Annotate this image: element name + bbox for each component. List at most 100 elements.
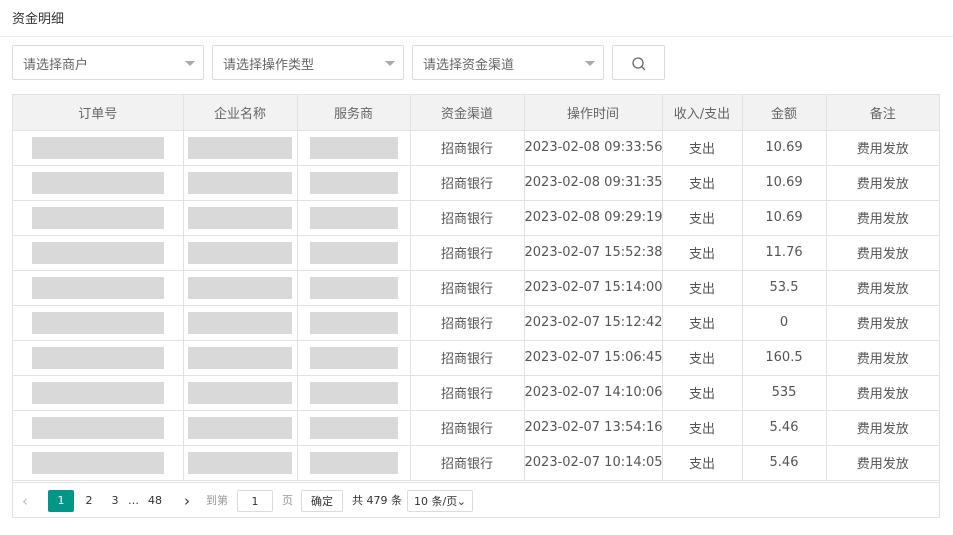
table-row: 招商银行 2023-02-07 14:10:06 支出 535 费用发放 [13, 375, 939, 411]
table-row: 招商银行 2023-02-08 09:29:19 支出 10.69 费用发放 [13, 200, 939, 236]
remark-cell: 费用发放 [826, 270, 939, 306]
amount-cell: 10.69 [742, 130, 827, 166]
channel-cell: 招商银行 [410, 340, 525, 376]
page-number-last[interactable]: 48 [142, 490, 168, 512]
remark-cell: 费用发放 [826, 235, 939, 271]
order-no-cell [13, 165, 184, 201]
remark-cell: 费用发放 [826, 375, 939, 411]
table-row: 招商银行 2023-02-07 15:52:38 支出 11.76 费用发放 [13, 235, 939, 271]
direction-cell: 支出 [662, 340, 743, 376]
redacted-block [31, 416, 164, 439]
direction-cell: 支出 [662, 235, 743, 271]
time-cell: 2023-02-07 15:14:00 [524, 270, 663, 306]
page-number[interactable]: 3 [102, 490, 128, 512]
time-cell: 2023-02-07 14:10:06 [524, 375, 663, 411]
direction-cell: 支出 [662, 200, 743, 236]
redacted-block [188, 206, 292, 229]
table-row: 招商银行 2023-02-08 09:31:35 支出 10.69 费用发放 [13, 165, 939, 201]
redacted-block [309, 241, 398, 264]
page-title: 资金明细 [12, 12, 65, 27]
channel-cell: 招商银行 [410, 445, 525, 481]
provider-cell [297, 410, 411, 446]
time-cell: 2023-02-08 09:31:35 [524, 165, 663, 201]
title-divider [0, 36, 953, 37]
operation-type-select-placeholder: 请选择操作类型 [223, 58, 315, 73]
page-unit-label: 页 [282, 494, 293, 507]
page-number[interactable]: 1 [48, 490, 74, 512]
column-header-direction: 收入/支出 [662, 95, 743, 131]
provider-cell [297, 445, 411, 481]
redacted-block [31, 241, 164, 264]
channel-cell: 招商银行 [410, 165, 525, 201]
order-no-cell [13, 270, 184, 306]
order-no-cell [13, 305, 184, 341]
redacted-block [309, 451, 398, 474]
amount-cell: 10.69 [742, 200, 827, 236]
provider-cell [297, 200, 411, 236]
column-header-channel: 资金渠道 [410, 95, 525, 131]
remark-cell: 费用发放 [826, 165, 939, 201]
goto-page-input[interactable]: 1 [237, 490, 273, 512]
time-cell: 2023-02-07 15:52:38 [524, 235, 663, 271]
table-row: 招商银行 2023-02-07 10:14:05 支出 5.46 费用发放 [13, 445, 939, 481]
remark-cell: 费用发放 [826, 445, 939, 481]
direction-cell: 支出 [662, 410, 743, 446]
provider-cell [297, 270, 411, 306]
table-row: 招商银行 2023-02-07 15:14:00 支出 53.5 费用发放 [13, 270, 939, 306]
amount-cell: 5.46 [742, 410, 827, 446]
order-no-cell [13, 445, 184, 481]
provider-cell [297, 235, 411, 271]
order-no-cell [13, 130, 184, 166]
column-header-remark: 备注 [826, 95, 939, 131]
direction-cell: 支出 [662, 375, 743, 411]
chevron-right-icon[interactable]: › [184, 490, 190, 512]
company-cell [183, 375, 298, 411]
amount-cell: 10.69 [742, 165, 827, 201]
company-cell [183, 235, 298, 271]
channel-cell: 招商银行 [410, 200, 525, 236]
remark-cell: 费用发放 [826, 305, 939, 341]
time-cell: 2023-02-07 15:12:42 [524, 305, 663, 341]
fund-channel-select[interactable]: 请选择资金渠道 [412, 45, 604, 80]
remark-cell: 费用发放 [826, 410, 939, 446]
order-no-cell [13, 200, 184, 236]
caret-down-icon [185, 61, 195, 66]
time-cell: 2023-02-07 10:14:05 [524, 445, 663, 481]
table-row: 招商银行 2023-02-07 15:06:45 支出 160.5 费用发放 [13, 340, 939, 376]
pagination-ellipsis: … [128, 494, 139, 507]
company-cell [183, 165, 298, 201]
redacted-block [188, 381, 292, 404]
operation-type-select[interactable]: 请选择操作类型 [212, 45, 404, 80]
company-cell [183, 410, 298, 446]
redacted-block [309, 136, 398, 159]
search-button[interactable] [612, 45, 665, 80]
column-header-provider: 服务商 [297, 95, 411, 131]
table-header-row: 订单号 企业名称 服务商 资金渠道 操作时间 收入/支出 金额 备注 [13, 95, 939, 131]
redacted-block [309, 416, 398, 439]
column-header-company: 企业名称 [183, 95, 298, 131]
merchant-select[interactable]: 请选择商户 [12, 45, 204, 80]
table-row: 招商银行 2023-02-07 13:54:16 支出 5.46 费用发放 [13, 410, 939, 446]
redacted-block [31, 206, 164, 229]
total-count: 共 479 条 [352, 494, 402, 507]
chevron-left-icon[interactable]: ‹ [22, 490, 28, 512]
redacted-block [31, 311, 164, 334]
company-cell [183, 445, 298, 481]
redacted-block [188, 171, 292, 194]
channel-cell: 招商银行 [410, 270, 525, 306]
fund-detail-table: 订单号 企业名称 服务商 资金渠道 操作时间 收入/支出 金额 备注 招商银行 2… [12, 94, 940, 518]
direction-cell: 支出 [662, 165, 743, 201]
company-cell [183, 270, 298, 306]
column-header-time: 操作时间 [524, 95, 663, 131]
direction-cell: 支出 [662, 130, 743, 166]
fund-channel-select-placeholder: 请选择资金渠道 [423, 58, 515, 73]
column-header-amount: 金额 [742, 95, 827, 131]
redacted-block [188, 241, 292, 264]
page-number[interactable]: 2 [76, 490, 102, 512]
goto-label: 到第 [206, 494, 228, 507]
company-cell [183, 200, 298, 236]
goto-confirm-button[interactable]: 确定 [301, 490, 343, 512]
page-size-select[interactable]: 10 条/页 ⌄ [407, 490, 473, 512]
amount-cell: 535 [742, 375, 827, 411]
table-row: 招商银行 2023-02-08 09:33:56 支出 10.69 费用发放 [13, 130, 939, 166]
